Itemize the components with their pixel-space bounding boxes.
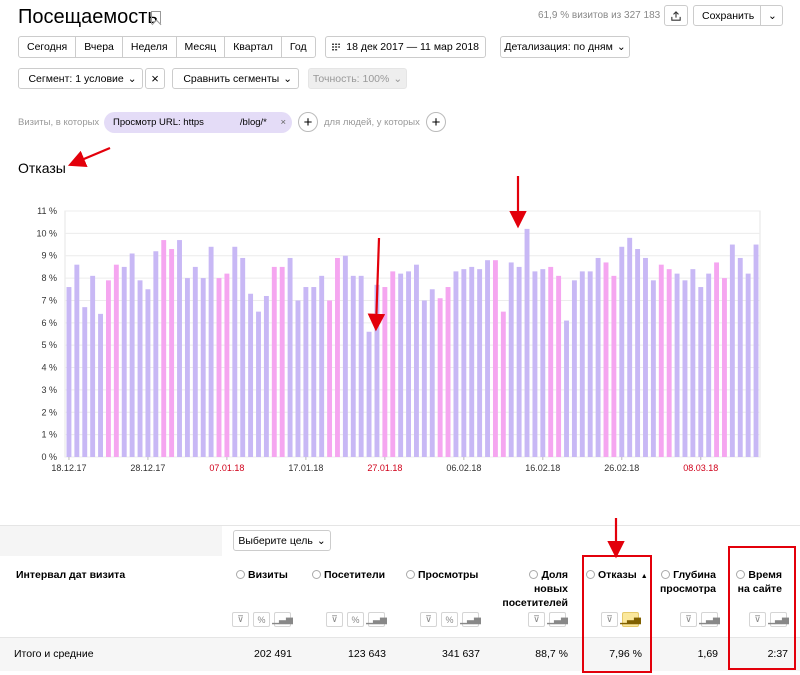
annotation-arrows — [67, 146, 625, 559]
arrow-to-title — [67, 146, 111, 167]
arrow-to-min-bar — [367, 237, 386, 332]
